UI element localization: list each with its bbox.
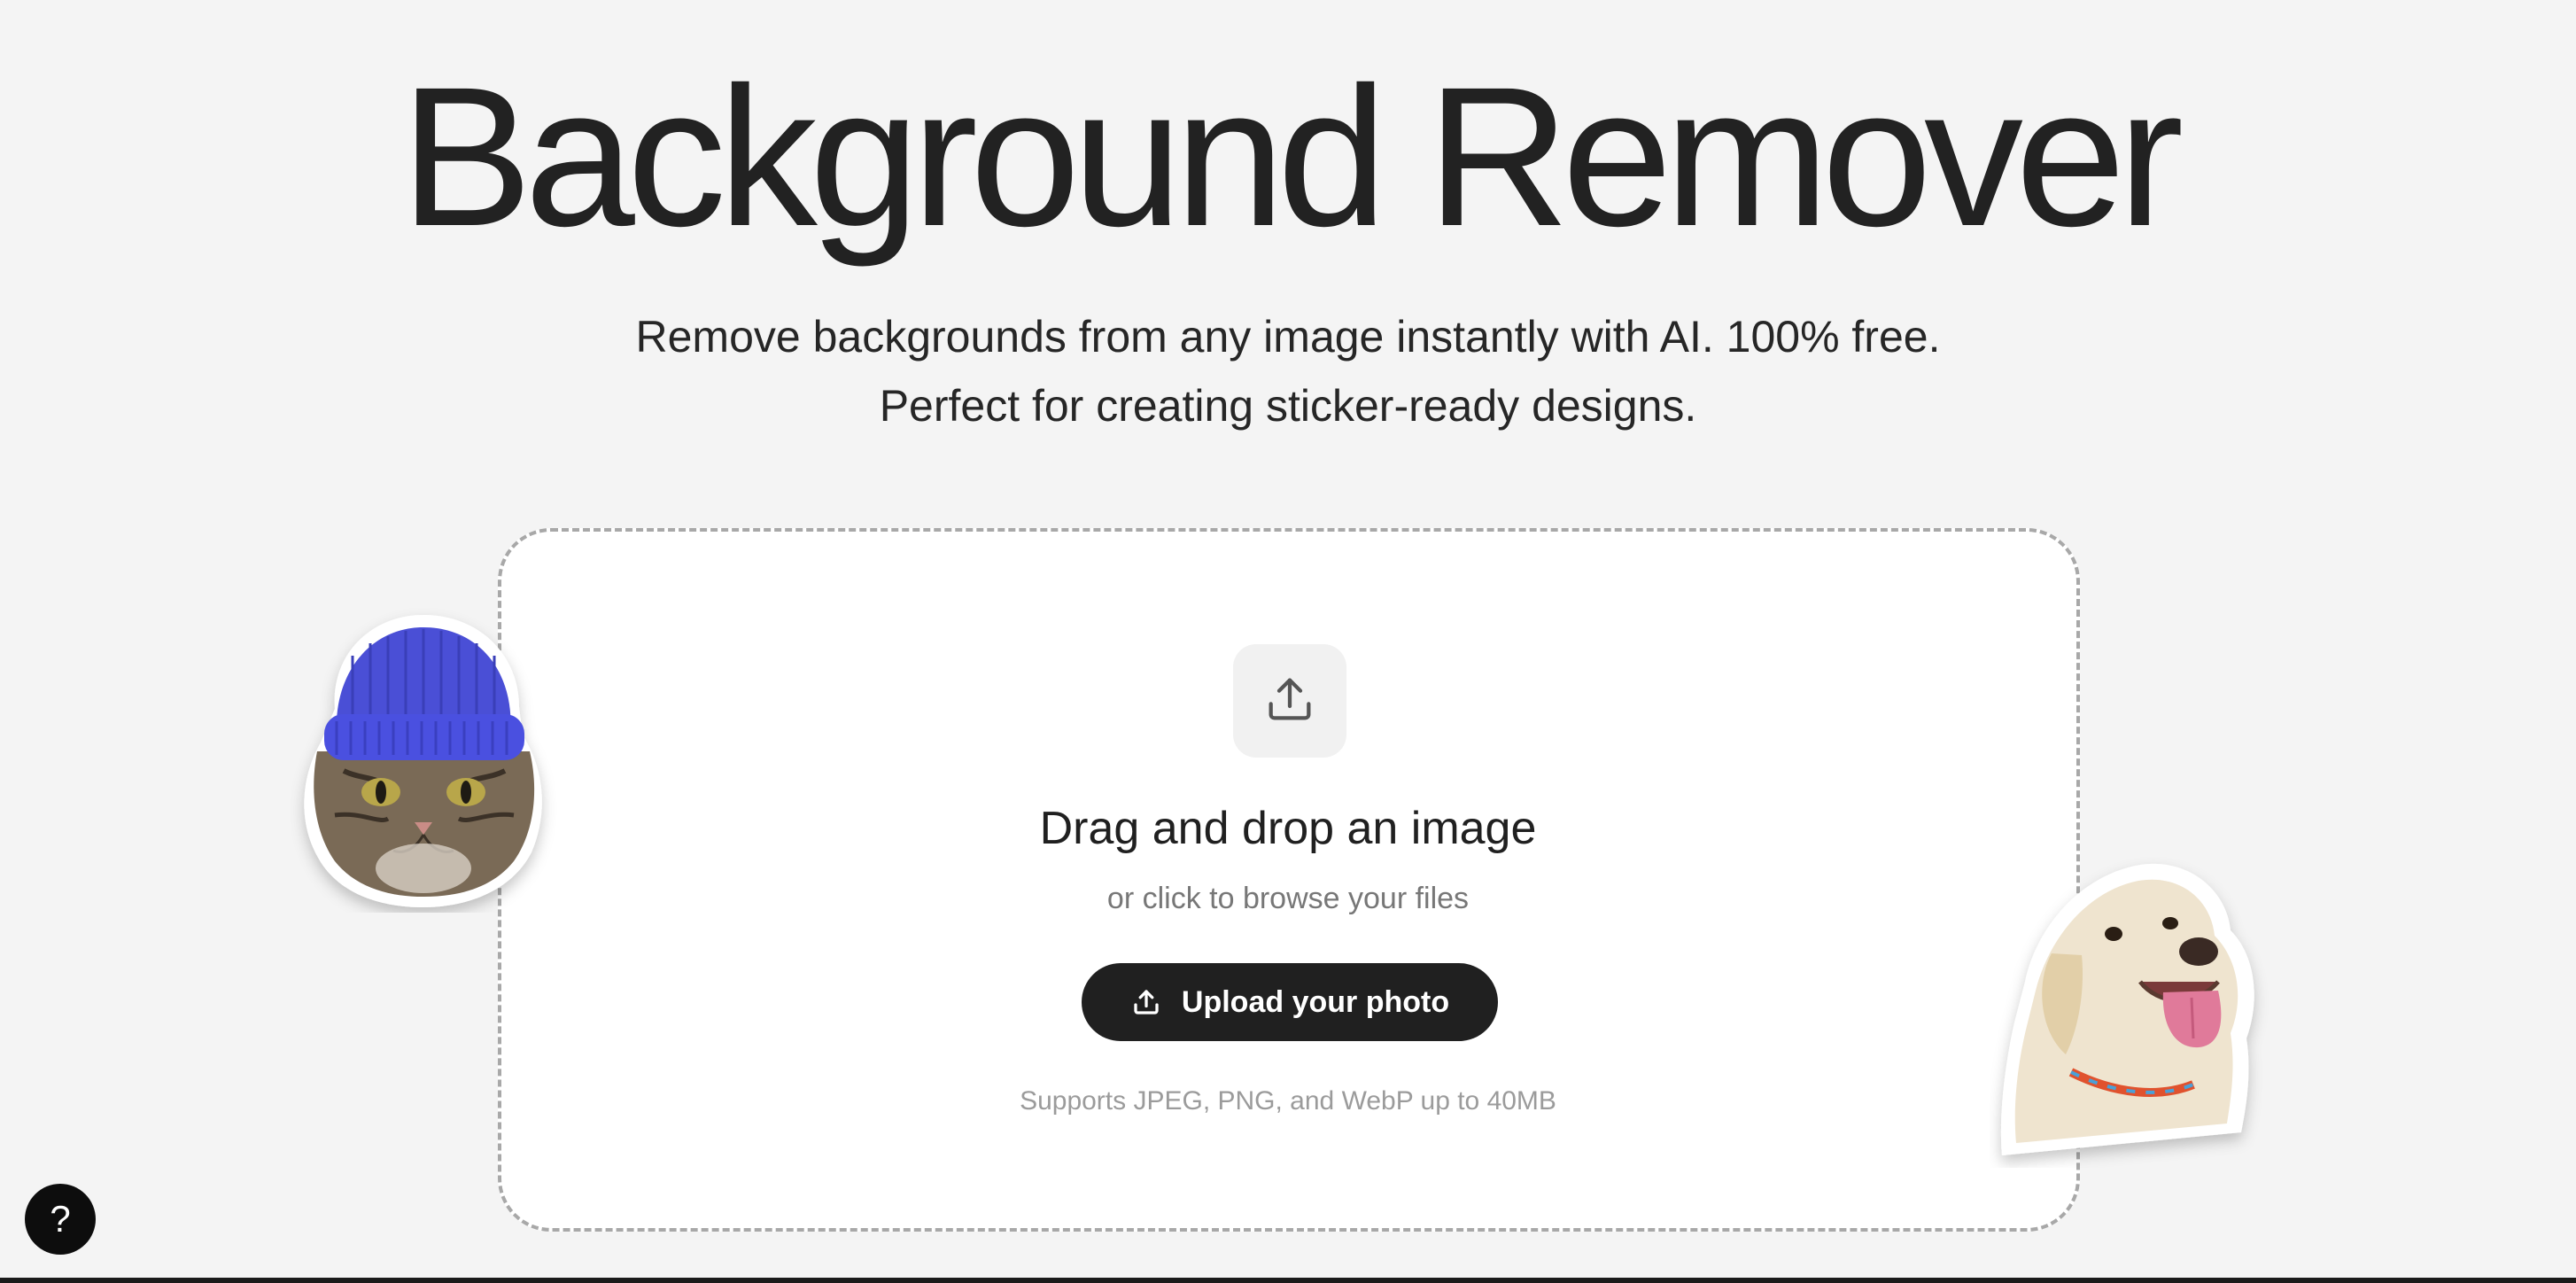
upload-icon: [1130, 986, 1162, 1018]
help-button[interactable]: ?: [25, 1184, 96, 1255]
upload-photo-button-label: Upload your photo: [1181, 984, 1450, 1019]
upload-photo-button[interactable]: Upload your photo: [1082, 963, 1498, 1041]
bottom-edge: [0, 1278, 2576, 1283]
cat-sticker: [282, 603, 565, 913]
dog-sticker: [1990, 849, 2270, 1168]
subtitle-line-1: Remove backgrounds from any image instan…: [635, 312, 1941, 362]
page: Background Remover Remove backgrounds fr…: [0, 0, 2576, 1283]
page-title: Background Remover: [400, 46, 2184, 268]
upload-icon: [1261, 671, 1318, 732]
upload-icon-tile[interactable]: [1233, 644, 1346, 758]
subtitle-line-2: Perfect for creating sticker-ready desig…: [879, 381, 1697, 431]
